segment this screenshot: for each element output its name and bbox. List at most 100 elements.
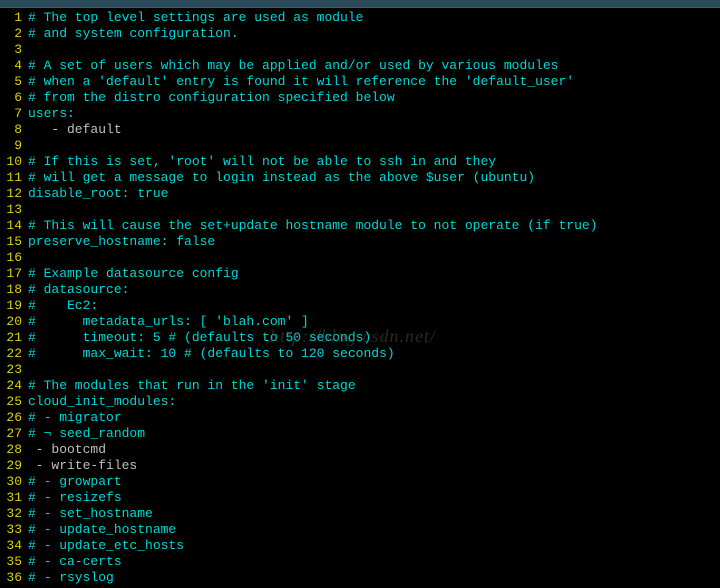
code-content: - default <box>28 122 720 138</box>
code-line[interactable]: 36# - rsyslog <box>0 570 720 586</box>
code-line[interactable]: 12disable_root: true <box>0 186 720 202</box>
code-line[interactable]: 34# - update_etc_hosts <box>0 538 720 554</box>
code-line[interactable]: 10# If this is set, 'root' will not be a… <box>0 154 720 170</box>
code-content <box>28 42 720 58</box>
code-line[interactable]: 17# Example datasource config <box>0 266 720 282</box>
code-content: disable_root: true <box>28 186 720 202</box>
line-number: 22 <box>0 346 28 362</box>
line-number: 25 <box>0 394 28 410</box>
line-number: 3 <box>0 42 28 58</box>
code-line[interactable]: 16 <box>0 250 720 266</box>
code-content: # - resizefs <box>28 490 720 506</box>
code-content: # Example datasource config <box>28 266 720 282</box>
code-content: # - set_hostname <box>28 506 720 522</box>
line-number: 29 <box>0 458 28 474</box>
code-content: # when a 'default' entry is found it wil… <box>28 74 720 90</box>
code-line[interactable]: 6# from the distro configuration specifi… <box>0 90 720 106</box>
code-content: # Ec2: <box>28 298 720 314</box>
code-line[interactable]: 29 - write-files <box>0 458 720 474</box>
line-number: 20 <box>0 314 28 330</box>
line-number: 4 <box>0 58 28 74</box>
line-number: 26 <box>0 410 28 426</box>
line-number: 13 <box>0 202 28 218</box>
code-content: # will get a message to login instead as… <box>28 170 720 186</box>
code-line[interactable]: 28 - bootcmd <box>0 442 720 458</box>
code-line[interactable]: 31# - resizefs <box>0 490 720 506</box>
code-line[interactable]: 32# - set_hostname <box>0 506 720 522</box>
line-number: 6 <box>0 90 28 106</box>
line-number: 27 <box>0 426 28 442</box>
code-line[interactable]: 25cloud_init_modules: <box>0 394 720 410</box>
line-number: 19 <box>0 298 28 314</box>
window-title-bar <box>0 0 720 8</box>
code-content: users: <box>28 106 720 122</box>
line-number: 34 <box>0 538 28 554</box>
code-line[interactable]: 5# when a 'default' entry is found it wi… <box>0 74 720 90</box>
code-line[interactable]: 8 - default <box>0 122 720 138</box>
code-content: # - growpart <box>28 474 720 490</box>
code-line[interactable]: 20# metadata_urls: [ 'blah.com' ] <box>0 314 720 330</box>
line-number: 12 <box>0 186 28 202</box>
code-line[interactable]: 33# - update_hostname <box>0 522 720 538</box>
code-line[interactable]: 21# timeout: 5 # (defaults to 50 seconds… <box>0 330 720 346</box>
code-content: # from the distro configuration specifie… <box>28 90 720 106</box>
code-content: # The top level settings are used as mod… <box>28 10 720 26</box>
code-line[interactable]: 35# - ca-certs <box>0 554 720 570</box>
code-content <box>28 250 720 266</box>
code-line[interactable]: 1# The top level settings are used as mo… <box>0 10 720 26</box>
line-number: 24 <box>0 378 28 394</box>
code-line[interactable]: 23 <box>0 362 720 378</box>
line-number: 33 <box>0 522 28 538</box>
line-number: 23 <box>0 362 28 378</box>
code-line[interactable]: 14# This will cause the set+update hostn… <box>0 218 720 234</box>
code-line[interactable]: 27# ¬ seed_random <box>0 426 720 442</box>
code-content: - bootcmd <box>28 442 720 458</box>
lines-container: 1# The top level settings are used as mo… <box>0 10 720 586</box>
line-number: 32 <box>0 506 28 522</box>
code-line[interactable]: 26# - migrator <box>0 410 720 426</box>
line-number: 35 <box>0 554 28 570</box>
code-content <box>28 138 720 154</box>
code-content: # timeout: 5 # (defaults to 50 seconds) <box>28 330 720 346</box>
code-content: - write-files <box>28 458 720 474</box>
code-line[interactable]: 15preserve_hostname: false <box>0 234 720 250</box>
code-content: # metadata_urls: [ 'blah.com' ] <box>28 314 720 330</box>
code-content: # and system configuration. <box>28 26 720 42</box>
line-number: 11 <box>0 170 28 186</box>
code-content: # max_wait: 10 # (defaults to 120 second… <box>28 346 720 362</box>
code-line[interactable]: 9 <box>0 138 720 154</box>
code-content: # - update_hostname <box>28 522 720 538</box>
line-number: 30 <box>0 474 28 490</box>
line-number: 15 <box>0 234 28 250</box>
code-content: cloud_init_modules: <box>28 394 720 410</box>
code-content: # - ca-certs <box>28 554 720 570</box>
code-line[interactable]: 7users: <box>0 106 720 122</box>
line-number: 9 <box>0 138 28 154</box>
code-line[interactable]: 3 <box>0 42 720 58</box>
line-number: 8 <box>0 122 28 138</box>
code-line[interactable]: 22# max_wait: 10 # (defaults to 120 seco… <box>0 346 720 362</box>
code-line[interactable]: 11# will get a message to login instead … <box>0 170 720 186</box>
code-line[interactable]: 30# - growpart <box>0 474 720 490</box>
code-content: preserve_hostname: false <box>28 234 720 250</box>
line-number: 10 <box>0 154 28 170</box>
code-line[interactable]: 24# The modules that run in the 'init' s… <box>0 378 720 394</box>
line-number: 31 <box>0 490 28 506</box>
code-content: # datasource: <box>28 282 720 298</box>
code-content: # If this is set, 'root' will not be abl… <box>28 154 720 170</box>
code-line[interactable]: 19# Ec2: <box>0 298 720 314</box>
line-number: 36 <box>0 570 28 586</box>
code-content: # - migrator <box>28 410 720 426</box>
code-content <box>28 362 720 378</box>
code-content: # - update_etc_hosts <box>28 538 720 554</box>
code-line[interactable]: 18# datasource: <box>0 282 720 298</box>
code-editor[interactable]: http://blog.csdn.net/ 1# The top level s… <box>0 8 720 588</box>
line-number: 28 <box>0 442 28 458</box>
line-number: 21 <box>0 330 28 346</box>
code-line[interactable]: 13 <box>0 202 720 218</box>
code-content <box>28 202 720 218</box>
code-content: # A set of users which may be applied an… <box>28 58 720 74</box>
code-line[interactable]: 4# A set of users which may be applied a… <box>0 58 720 74</box>
code-content: # ¬ seed_random <box>28 426 720 442</box>
code-line[interactable]: 2# and system configuration. <box>0 26 720 42</box>
